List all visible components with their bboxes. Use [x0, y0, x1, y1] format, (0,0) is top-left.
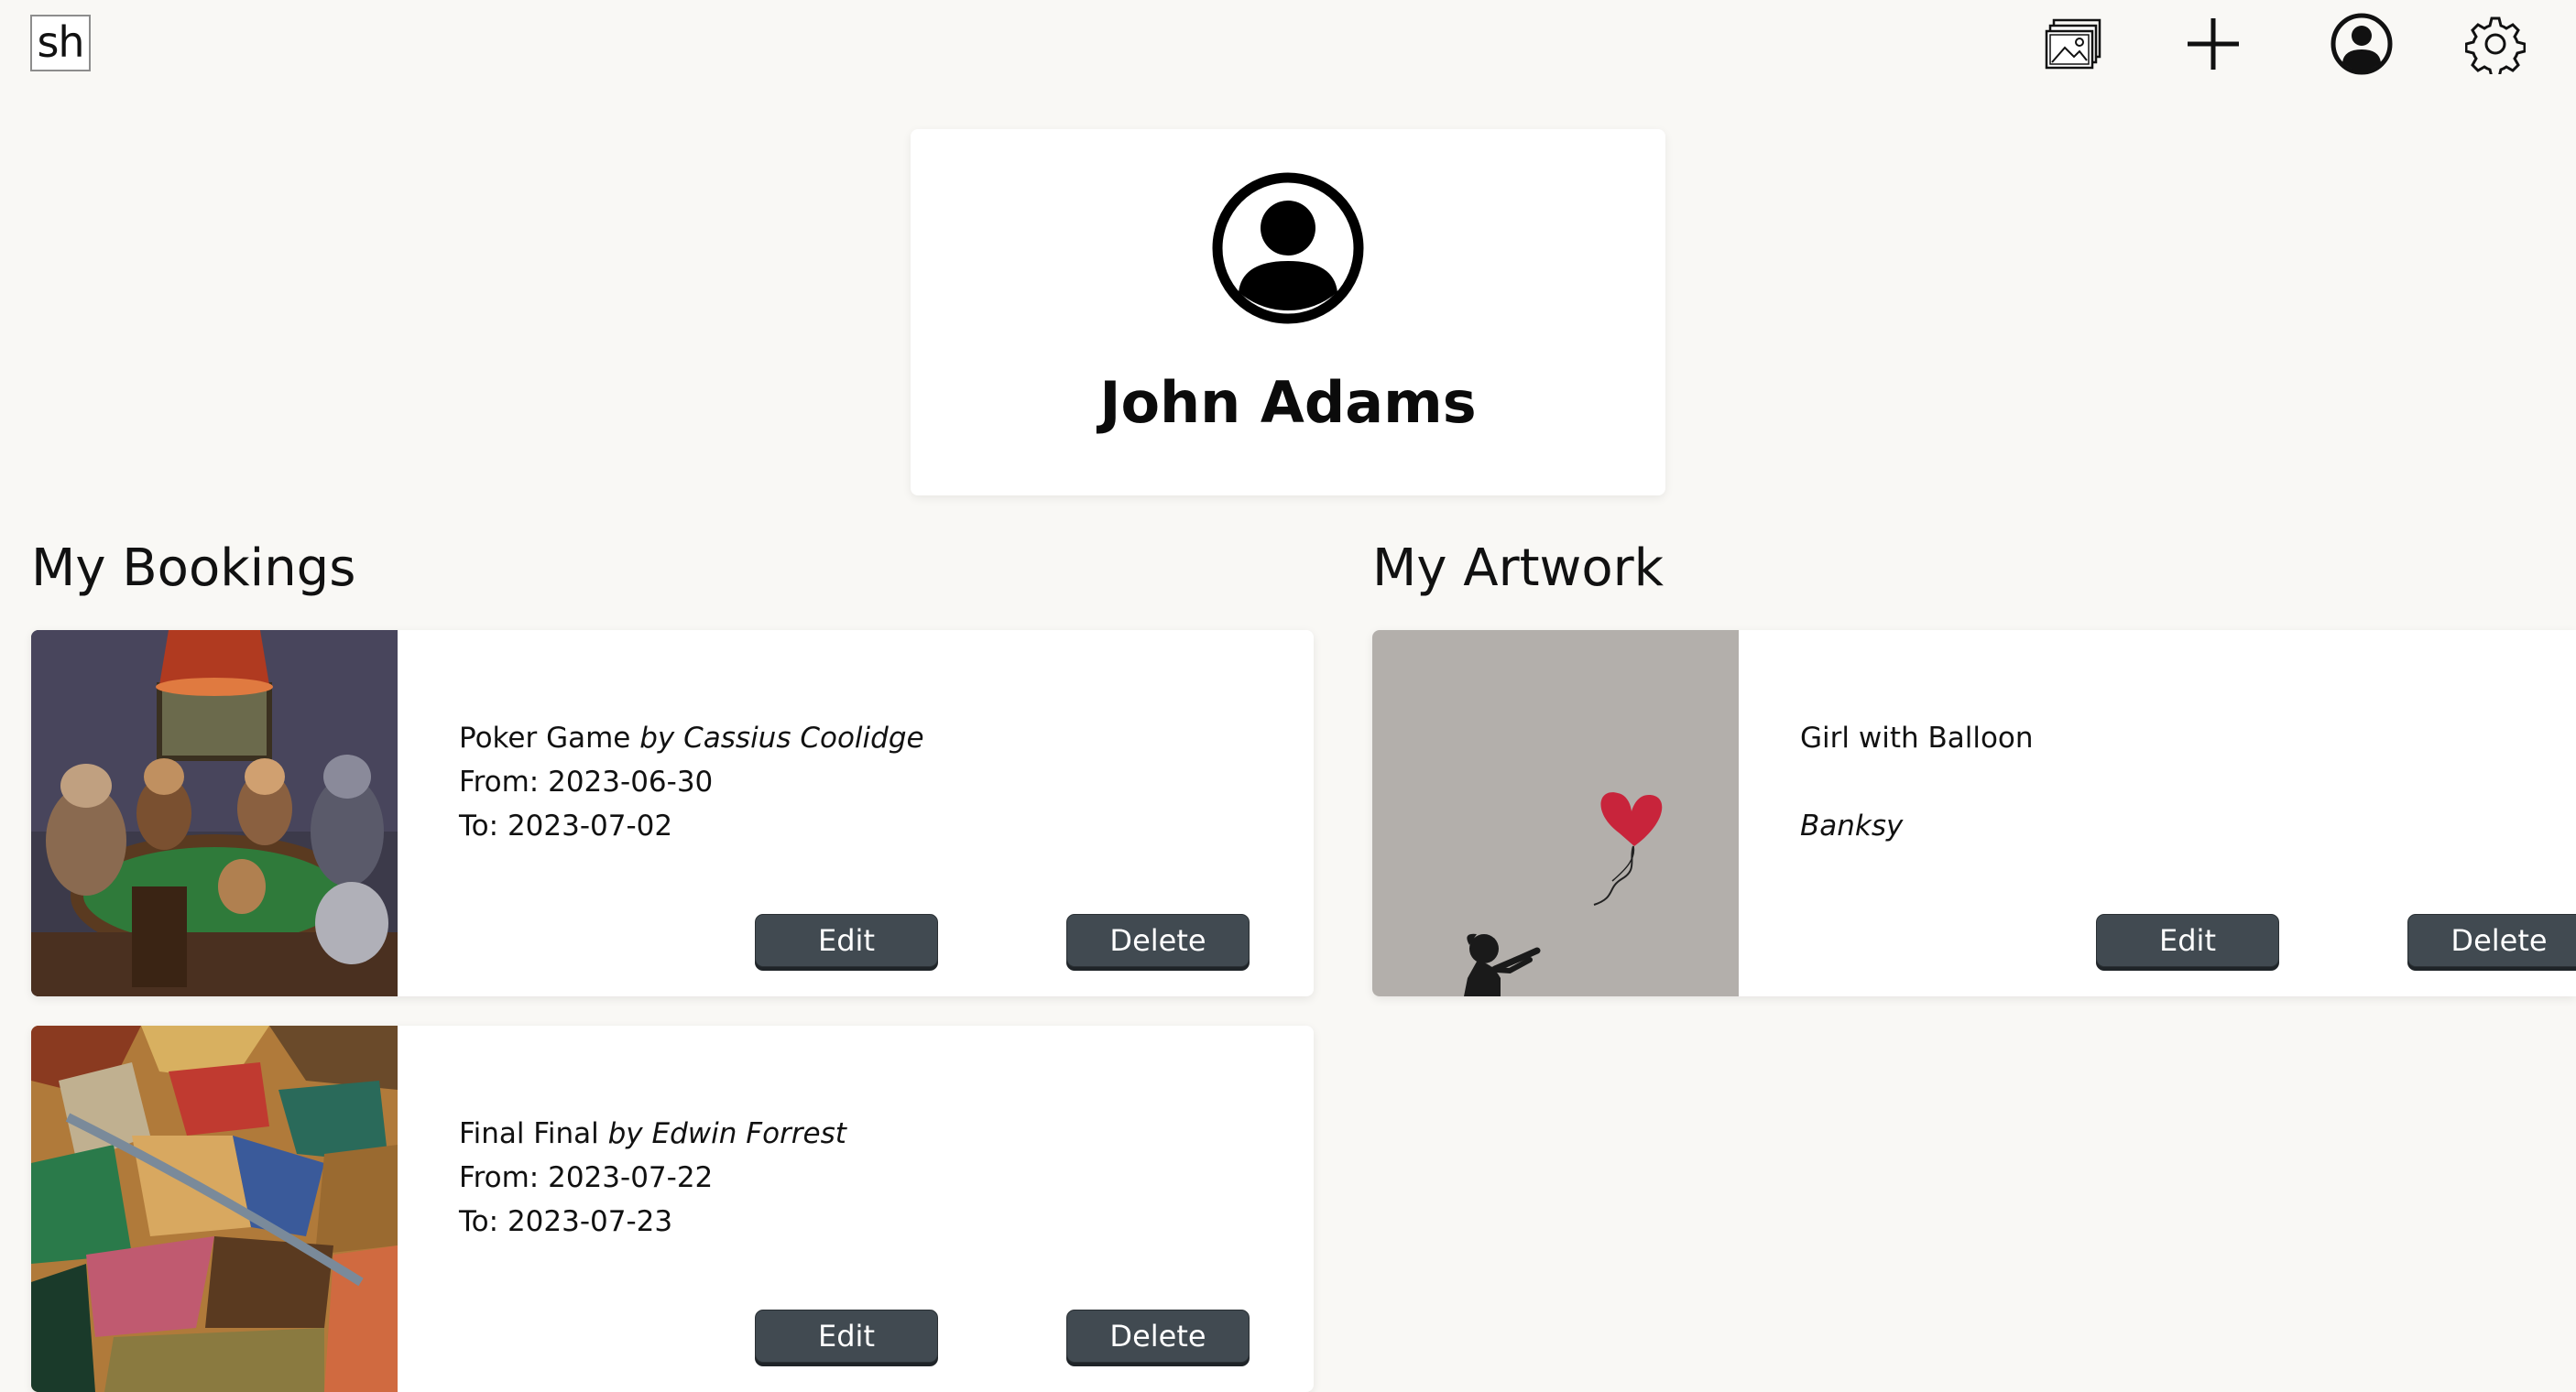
to-label: To: — [459, 1205, 499, 1238]
booking-from: From: 2023-07-22 — [459, 1161, 713, 1194]
artwork-artist: Banksy — [1800, 810, 1903, 843]
booking-by-label: by — [639, 722, 675, 755]
edit-booking-button[interactable]: Edit — [755, 914, 938, 967]
delete-artwork-button[interactable]: Delete — [2407, 914, 2576, 967]
to-label: To: — [459, 810, 499, 843]
delete-booking-button[interactable]: Delete — [1066, 1310, 1250, 1363]
booking-by-label: by — [607, 1117, 643, 1150]
booking-title[interactable]: Poker Game — [459, 722, 630, 755]
booking-to: To: 2023-07-23 — [459, 1205, 672, 1238]
user-circle-icon — [1211, 171, 1365, 325]
edit-booking-button[interactable]: Edit — [755, 1310, 938, 1363]
artwork-thumbnail[interactable] — [31, 630, 398, 996]
from-date: 2023-07-22 — [548, 1161, 714, 1194]
profile-card: John Adams — [911, 129, 1665, 495]
artwork-artist-name: Banksy — [1800, 810, 1904, 843]
booking-artist: Cassius Coolidge — [683, 722, 924, 755]
edit-artwork-button[interactable]: Edit — [2096, 914, 2279, 967]
from-label: From: — [459, 1161, 540, 1194]
from-label: From: — [459, 766, 540, 799]
booking-from: From: 2023-06-30 — [459, 766, 713, 799]
profile-icon[interactable] — [2327, 11, 2396, 77]
gear-icon[interactable] — [2461, 11, 2530, 77]
to-date: 2023-07-02 — [507, 810, 673, 843]
to-date: 2023-07-23 — [507, 1205, 673, 1238]
booking-title-line: Poker Game by Cassius Coolidge — [459, 722, 924, 755]
delete-booking-button[interactable]: Delete — [1066, 914, 1250, 967]
gallery-icon[interactable] — [2039, 11, 2109, 77]
booking-title[interactable]: Final Final — [459, 1117, 599, 1150]
from-date: 2023-06-30 — [548, 766, 714, 799]
app-logo[interactable]: sh — [30, 15, 91, 71]
profile-name: John Adams — [1099, 369, 1477, 436]
artwork-card: Girl with Balloon Banksy Edit Delete — [1372, 630, 2576, 996]
artwork-thumbnail[interactable] — [31, 1026, 398, 1392]
artwork-thumbnail[interactable] — [1372, 630, 1739, 996]
booking-to: To: 2023-07-02 — [459, 810, 672, 843]
booking-card: Final Final by Edwin Forrest From: 2023-… — [31, 1026, 1314, 1392]
plus-icon[interactable] — [2178, 11, 2248, 77]
artwork-title: My Artwork — [1372, 538, 1665, 598]
bookings-title: My Bookings — [31, 538, 356, 598]
booking-title-line: Final Final by Edwin Forrest — [459, 1117, 846, 1150]
booking-artist: Edwin Forrest — [651, 1117, 846, 1150]
artwork-title[interactable]: Girl with Balloon — [1800, 722, 2034, 755]
booking-card: Poker Game by Cassius Coolidge From: 202… — [31, 630, 1314, 996]
